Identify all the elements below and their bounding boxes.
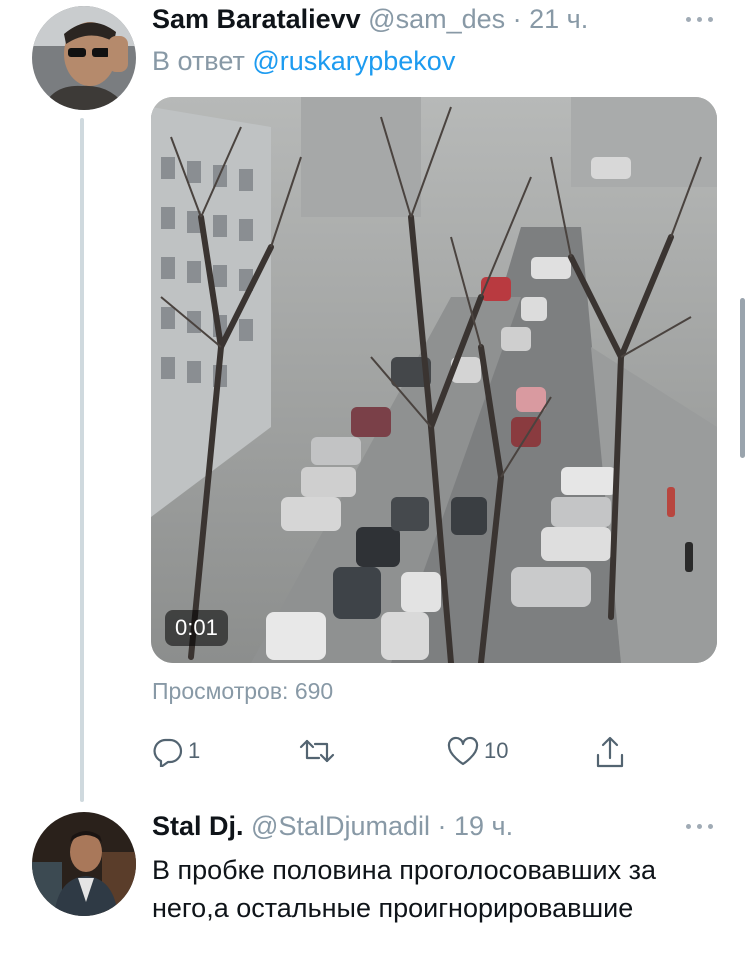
like-button[interactable]: 10 [446, 735, 508, 767]
share-button[interactable] [594, 735, 626, 769]
tweet1-separator: · [505, 4, 530, 34]
reply-prefix: В ответ [152, 46, 253, 76]
tweet2-author-handle[interactable]: @StalDjumadil [251, 811, 430, 841]
tweet2-text: В пробке половина проголосовавших за нег… [152, 855, 656, 923]
thread-connector-line [80, 118, 84, 802]
retweet-icon [299, 739, 335, 763]
reply-to-handle-link[interactable]: @ruskarypbekov [252, 46, 455, 76]
tweet1-more-icon[interactable] [686, 14, 716, 24]
tweet2-more-icon[interactable] [686, 821, 716, 831]
tweet2-author-name[interactable]: Stal Dj. [152, 811, 244, 841]
tweet1-time[interactable]: 21 ч. [529, 4, 588, 34]
tweet1-author-name[interactable]: Sam Baratalievv [152, 4, 361, 34]
scrollbar[interactable] [740, 298, 745, 458]
tweet1-video[interactable]: 0:01 [151, 97, 717, 663]
reply-count: 1 [188, 738, 201, 763]
tweet1-author-handle[interactable]: @sam_des [368, 4, 505, 34]
tweet1-header: Sam Baratalievv @sam_des · 21 ч. [152, 4, 588, 35]
video-thumbnail [151, 97, 717, 663]
tweet2-time[interactable]: 19 ч. [454, 811, 513, 841]
tweet1-view-count: Просмотров: 690 [152, 678, 334, 704]
avatar-stal[interactable] [32, 812, 136, 916]
tweet2-separator: · [430, 811, 455, 841]
reply-icon [153, 738, 183, 767]
like-count: 10 [484, 738, 509, 763]
share-icon [596, 736, 624, 768]
tweet2-header: Stal Dj. @StalDjumadil · 19 ч. [152, 811, 513, 842]
video-duration: 0:01 [165, 610, 228, 646]
reply-button[interactable]: 1 [152, 735, 200, 767]
retweet-button[interactable] [299, 735, 339, 767]
tweet1-reply-context: В ответ @ruskarypbekov [152, 46, 455, 77]
avatar-sam-image [32, 6, 136, 110]
avatar-stal-image [32, 812, 136, 916]
heart-icon [447, 736, 479, 766]
avatar-sam[interactable] [32, 6, 136, 110]
